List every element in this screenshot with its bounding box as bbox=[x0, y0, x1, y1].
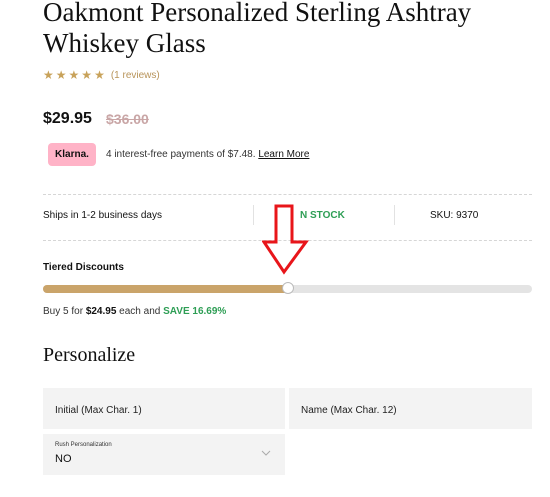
tier-offer: Buy 5 for $24.95 each and SAVE 16.69% bbox=[43, 306, 226, 317]
product-title: Oakmont Personalized Sterling Ashtray Wh… bbox=[43, 0, 472, 58]
original-price: $36.00 bbox=[106, 111, 149, 127]
learn-more-link[interactable]: Learn More bbox=[258, 149, 309, 160]
star-icon: ★ bbox=[43, 68, 54, 82]
rush-value: NO bbox=[55, 453, 72, 465]
offer-save: SAVE 16.69% bbox=[163, 306, 227, 317]
down-arrow-annotation-icon bbox=[262, 204, 309, 275]
star-icon: ★ bbox=[94, 68, 105, 82]
slider-thumb[interactable] bbox=[281, 282, 294, 294]
personalize-heading: Personalize bbox=[43, 344, 136, 366]
offer-mid: each and bbox=[116, 306, 164, 317]
rush-label: Rush Personalization bbox=[55, 442, 112, 448]
rating-stars[interactable]: ★ ★ ★ ★ ★ (1 reviews) bbox=[43, 68, 160, 82]
tiered-discounts-label: Tiered Discounts bbox=[43, 262, 124, 273]
rush-personalization-select[interactable]: Rush Personalization NO bbox=[43, 434, 285, 475]
chevron-down-icon bbox=[261, 450, 271, 456]
sku-label: SKU: 9370 bbox=[430, 210, 479, 221]
klarna-logo: Klarna. bbox=[48, 143, 96, 166]
reviews-link[interactable]: (1 reviews) bbox=[111, 70, 160, 81]
name-placeholder: Name (Max Char. 12) bbox=[301, 405, 397, 416]
shipping-time: Ships in 1-2 business days bbox=[43, 210, 162, 221]
star-icon: ★ bbox=[81, 68, 93, 82]
star-icon: ★ bbox=[68, 68, 80, 82]
divider bbox=[253, 205, 254, 225]
divider bbox=[394, 205, 395, 225]
initial-placeholder: Initial (Max Char. 1) bbox=[55, 405, 142, 416]
tiered-discount-slider[interactable] bbox=[43, 282, 532, 294]
initial-input[interactable]: Initial (Max Char. 1) bbox=[43, 388, 285, 429]
klarna-text: 4 interest-free payments of $7.48. bbox=[106, 149, 256, 160]
name-input[interactable]: Name (Max Char. 12) bbox=[289, 388, 532, 429]
offer-price: $24.95 bbox=[85, 306, 117, 317]
slider-fill bbox=[43, 285, 288, 293]
star-icon: ★ bbox=[55, 68, 67, 82]
offer-prefix: Buy 5 for bbox=[43, 306, 86, 317]
klarna-message: 4 interest-free payments of $7.48. Learn… bbox=[106, 149, 309, 160]
current-price: $29.95 bbox=[43, 110, 92, 127]
divider bbox=[43, 194, 532, 195]
